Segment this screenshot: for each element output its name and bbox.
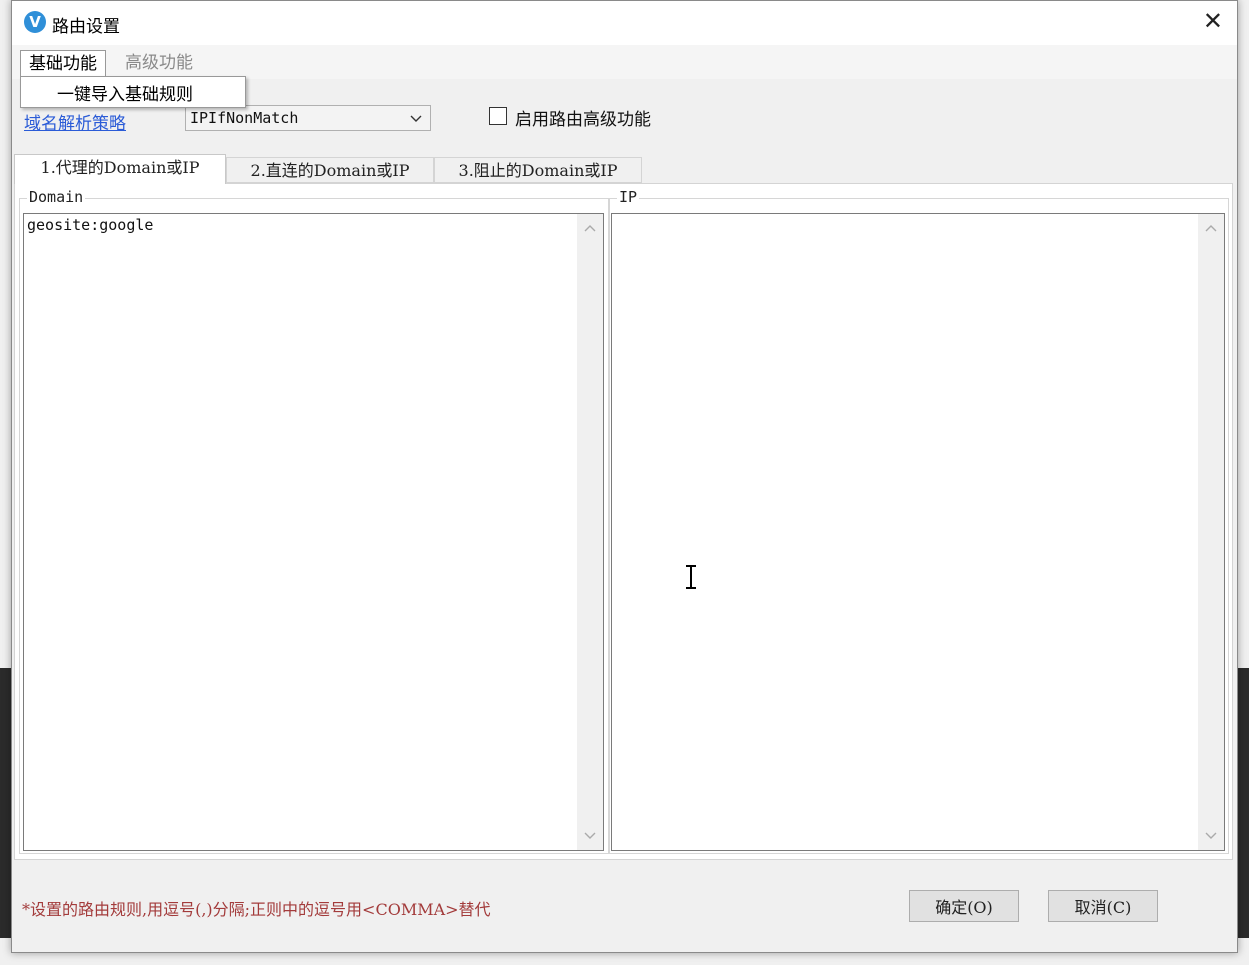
ok-button[interactable]: 确定(O) (909, 890, 1019, 922)
domain-group-label: Domain (27, 188, 86, 206)
menu-item-import-basic-rules[interactable]: 一键导入基础规则 (57, 80, 193, 105)
tab-direct[interactable]: 2.直连的Domain或IP (226, 157, 434, 183)
menu-bar: 基础功能 高级功能 (12, 45, 1237, 79)
ip-group-label: IP (617, 188, 640, 206)
advanced-routing-label[interactable]: 启用路由高级功能 (515, 105, 651, 130)
scroll-up-icon[interactable] (582, 222, 598, 234)
domain-textarea-value: geosite:google (27, 216, 154, 234)
domain-textarea[interactable]: geosite:google (23, 213, 604, 851)
menu-advanced-features[interactable]: 高级功能 (117, 50, 201, 76)
ip-scrollbar[interactable] (1198, 214, 1224, 850)
app-logo-icon: V (24, 11, 46, 33)
chevron-down-icon (410, 115, 422, 122)
ip-textarea[interactable] (611, 213, 1225, 851)
menu-basic-features[interactable]: 基础功能 (20, 50, 106, 77)
title-bar: V 路由设置 ✕ (12, 1, 1237, 45)
scroll-up-icon[interactable] (1203, 222, 1219, 234)
text-cursor-icon (686, 565, 696, 589)
tab-panel: Domain geosite:google IP (14, 183, 1233, 860)
window-title: 路由设置 (52, 17, 120, 37)
tab-block[interactable]: 3.阻止的Domain或IP (434, 157, 642, 183)
advanced-routing-checkbox[interactable] (489, 107, 507, 125)
routing-settings-dialog: V 路由设置 ✕ 基础功能 高级功能 一键导入基础规则 域名解析策略 IPIfN… (11, 0, 1238, 953)
domain-strategy-select[interactable]: IPIfNonMatch (185, 105, 431, 131)
background-console-right (1238, 668, 1249, 938)
domain-strategy-link[interactable]: 域名解析策略 (24, 109, 126, 134)
routing-rules-note: *设置的路由规则,用逗号(,)分隔;正则中的逗号用<COMMA>替代 (22, 900, 491, 919)
close-icon[interactable]: ✕ (1203, 9, 1223, 33)
tab-proxy[interactable]: 1.代理的Domain或IP (14, 154, 226, 184)
cancel-button[interactable]: 取消(C) (1048, 890, 1158, 922)
basic-features-dropdown: 一键导入基础规则 (20, 76, 246, 108)
scroll-down-icon[interactable] (582, 830, 598, 842)
domain-scrollbar[interactable] (577, 214, 603, 850)
scroll-down-icon[interactable] (1203, 830, 1219, 842)
domain-strategy-value: IPIfNonMatch (190, 109, 299, 127)
